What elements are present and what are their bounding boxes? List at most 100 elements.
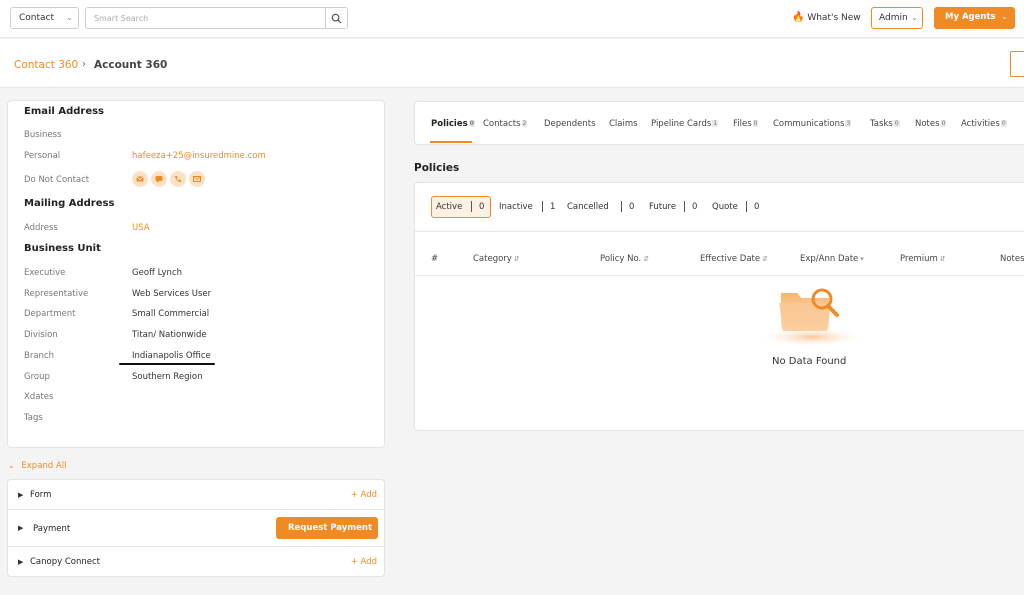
tab-communications[interactable]: Communications 3 <box>773 119 852 129</box>
filter-inactive[interactable]: Inactive <box>499 202 533 212</box>
active-tab-indicator <box>430 141 472 143</box>
divider <box>471 201 472 212</box>
breadcrumb: Contact 360 › Account 360 <box>0 39 1024 88</box>
whats-new-link[interactable]: 🔥 What's New <box>792 12 861 23</box>
search-button[interactable] <box>325 7 348 29</box>
annotation-underline <box>119 363 215 365</box>
mailing-section-title: Mailing Address <box>24 198 115 209</box>
personal-email-label: Personal <box>24 151 61 161</box>
request-payment-label: Request Payment <box>288 523 373 533</box>
business-unit-title: Business Unit <box>24 243 101 254</box>
divider <box>684 201 685 212</box>
expand-all-label: Expand All <box>21 461 67 471</box>
address-value[interactable]: USA <box>132 223 150 233</box>
caret-right-icon: ▶ <box>18 558 24 566</box>
tab-contacts[interactable]: Contacts 2 <box>483 119 528 129</box>
phone-icon[interactable] <box>170 171 186 187</box>
tab-notes[interactable]: Notes 0 <box>915 119 947 129</box>
breadcrumb-parent[interactable]: Contact 360 <box>14 59 78 71</box>
breadcrumb-current: Account 360 <box>94 59 168 71</box>
chevron-right-icon: › <box>82 59 86 70</box>
filter-future-count: 0 <box>692 202 698 212</box>
divider <box>621 201 622 212</box>
column-policy-no[interactable]: Policy No. ⇵ <box>600 254 649 264</box>
filter-inactive-count: 1 <box>550 202 556 212</box>
flame-icon: 🔥 <box>792 12 805 23</box>
column-index: # <box>431 254 439 264</box>
dnc-label: Do Not Contact <box>24 175 90 185</box>
chevron-down-icon: ⌄ <box>8 461 15 470</box>
details-card: Email Address Business Personal hafeeza+… <box>7 100 385 448</box>
empty-folder-search-icon <box>762 288 862 345</box>
form-add-button[interactable]: + Add <box>351 490 377 500</box>
filter-quote-count: 0 <box>754 202 760 212</box>
top-bar: Contact ⌄ 🔥 What's New Admin ⌄ My Agents… <box>0 0 1024 38</box>
mail-letter-icon[interactable] <box>189 171 205 187</box>
representative-label: Representative <box>24 289 89 299</box>
chevron-down-icon: ⌄ <box>911 13 918 22</box>
personal-email-value[interactable]: hafeeza+25@insuredmine.com <box>132 151 266 161</box>
column-premium[interactable]: Premium ⇵ <box>900 254 946 264</box>
entity-select-value: Contact <box>19 13 55 23</box>
whats-new-label: What's New <box>807 13 861 23</box>
my-agents-button[interactable]: My Agents ⌄ <box>934 7 1015 29</box>
side-panel-toggle[interactable] <box>1010 51 1024 77</box>
search-input[interactable] <box>85 7 325 29</box>
column-effective-date[interactable]: Effective Date ⇵ <box>700 254 768 264</box>
address-label: Address <box>24 223 58 233</box>
sort-icon: ⇵ <box>762 255 768 263</box>
filter-cancelled-count: 0 <box>629 202 635 212</box>
tab-activities[interactable]: Activities 0 <box>961 119 1007 129</box>
payment-accordion[interactable]: ▶ Payment Request Payment <box>7 509 385 547</box>
column-category[interactable]: Category ⇵ <box>473 254 520 264</box>
my-agents-label: My Agents <box>945 12 996 22</box>
sort-icon: ⇵ <box>939 255 946 263</box>
filter-active-label: Active <box>436 202 463 212</box>
chevron-down-icon: ⌄ <box>66 13 73 22</box>
chevron-down-icon: ⌄ <box>1001 13 1008 21</box>
tab-policies[interactable]: Policies 0 <box>431 119 475 129</box>
divider <box>415 231 1024 232</box>
tab-files[interactable]: Files 0 <box>733 119 759 129</box>
filter-future[interactable]: Future <box>649 202 676 212</box>
email-icon[interactable] <box>132 171 148 187</box>
admin-label: Admin <box>879 13 908 23</box>
filter-quote[interactable]: Quote <box>712 202 738 212</box>
divider <box>415 275 1024 276</box>
column-exp-ann-date[interactable]: Exp/Ann Date ▾ <box>800 254 864 264</box>
request-payment-button[interactable]: Request Payment <box>276 517 378 539</box>
branch-label: Branch <box>24 351 54 361</box>
chat-icon[interactable] <box>151 171 167 187</box>
form-accordion-title: Form <box>30 490 52 500</box>
caret-right-icon: ▶ <box>18 524 24 532</box>
executive-label: Executive <box>24 268 66 278</box>
form-accordion[interactable]: ▶ Form + Add <box>7 479 385 510</box>
divider <box>746 201 747 212</box>
division-value: Titan/ Nationwide <box>132 330 207 340</box>
canopy-add-button[interactable]: + Add <box>351 557 377 567</box>
search-icon <box>331 13 342 24</box>
dnc-icons <box>132 171 208 187</box>
canopy-accordion[interactable]: ▶ Canopy Connect + Add <box>7 546 385 577</box>
admin-dropdown[interactable]: Admin ⌄ <box>871 7 923 29</box>
tab-pipeline-cards[interactable]: Pipeline Cards 1 <box>651 119 719 129</box>
tab-tasks[interactable]: Tasks 0 <box>870 119 900 129</box>
executive-value: Geoff Lynch <box>132 268 183 278</box>
column-notes[interactable]: Notes <box>1000 254 1024 264</box>
sort-icon: ⇵ <box>513 255 520 263</box>
sort-desc-icon: ▾ <box>860 255 864 263</box>
group-label: Group <box>24 372 50 382</box>
canopy-accordion-title: Canopy Connect <box>30 557 101 567</box>
tab-dependents[interactable]: Dependents <box>544 119 596 129</box>
entity-select[interactable]: Contact ⌄ <box>10 7 79 29</box>
empty-state-text: No Data Found <box>772 356 847 367</box>
tab-claims[interactable]: Claims <box>609 119 638 129</box>
filter-active-count: 0 <box>479 202 485 212</box>
branch-value: Indianapolis Office <box>132 351 211 361</box>
payment-accordion-title: Payment <box>33 524 71 534</box>
business-email-label: Business <box>24 130 62 140</box>
tabs-bar: Policies 0 Contacts 2 Dependents Claims Pi… <box>414 101 1024 145</box>
department-label: Department <box>24 309 76 319</box>
expand-all-toggle[interactable]: ⌄ Expand All <box>8 461 66 471</box>
filter-cancelled[interactable]: Cancelled <box>567 202 609 212</box>
